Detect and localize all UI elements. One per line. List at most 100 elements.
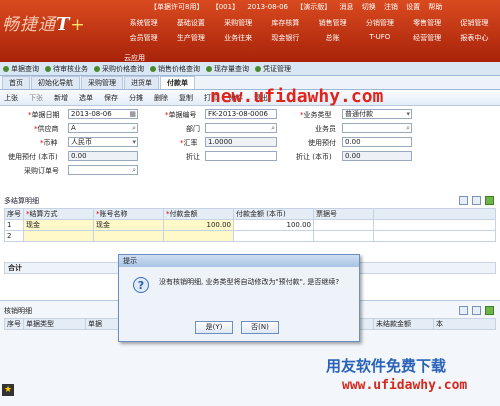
staff-field[interactable]: ⌕ xyxy=(342,123,412,133)
price-icon xyxy=(150,65,156,72)
delete-button[interactable]: 删除 xyxy=(154,93,168,103)
no-button[interactable]: 否(N) xyxy=(241,321,279,334)
search-icon[interactable]: ⌕ xyxy=(271,124,275,132)
switch-link[interactable]: 切换 xyxy=(362,3,376,11)
menu-inventory[interactable]: 库存核算 xyxy=(262,18,309,28)
discount-local-field[interactable]: 0.00 xyxy=(342,151,412,161)
col-blank xyxy=(373,208,496,220)
prev-button[interactable]: 上张 xyxy=(4,93,18,103)
grid-column-icon[interactable] xyxy=(472,306,481,315)
grid-header-row: 序号 *结算方式 *账号名称 *付款金额 付款金额 (本币) 票据号 xyxy=(4,208,496,220)
menu-sales[interactable]: 销售管理 xyxy=(309,18,356,28)
col-account: *账号名称 xyxy=(93,208,164,220)
supplier-label: *供应商 xyxy=(34,125,59,133)
quick-tab-stock[interactable]: 现存量查询 xyxy=(206,64,249,74)
watermark-site: www.ufidawhy.com xyxy=(342,378,468,393)
menu-cash[interactable]: 现金银行 xyxy=(262,33,309,43)
rate-field[interactable]: 1.0000 xyxy=(205,137,277,147)
quick-tab-doc-query[interactable]: 单据查询 xyxy=(3,64,39,74)
export-icon[interactable] xyxy=(485,306,494,315)
use-prepay-field[interactable]: 0.00 xyxy=(342,137,412,147)
search-icon[interactable]: ⌕ xyxy=(406,124,410,132)
copy-button[interactable]: 复制 xyxy=(179,93,193,103)
detail-tab[interactable]: 多结算明细 xyxy=(4,196,39,206)
col-amount: *付款金额 xyxy=(163,208,234,220)
staff-label: 业务员 xyxy=(315,125,336,133)
doc-date-label: *单据日期 xyxy=(28,111,60,119)
discount-local-label: 折让 (本币) xyxy=(296,153,332,161)
tab-receipt[interactable]: 进货单 xyxy=(124,76,159,89)
menu-distribution[interactable]: 分销管理 xyxy=(356,18,403,28)
main-menu: 系统管理 基础设置 采购管理 库存核算 销售管理 分销管理 零售管理 促销管理 … xyxy=(120,18,498,43)
menu-tufo[interactable]: T-UFO xyxy=(356,33,403,43)
settings-link[interactable]: 设置 xyxy=(406,3,420,11)
col-bill-no: 票据号 xyxy=(313,208,374,220)
tab-payment[interactable]: 付款单 xyxy=(160,76,195,89)
menu-promotion[interactable]: 促销管理 xyxy=(451,18,498,28)
doc-date-field[interactable]: 2013-08-06 ▦ xyxy=(68,109,138,119)
biz-type-label: *业务类型 xyxy=(300,111,332,119)
favorite-star-icon[interactable]: ★ xyxy=(2,384,14,396)
table-row[interactable]: 2 xyxy=(4,230,496,242)
logout-link[interactable]: 注销 xyxy=(384,3,398,11)
calendar-icon[interactable]: ▦ xyxy=(129,110,136,118)
tab-init-nav[interactable]: 初始化导航 xyxy=(31,76,80,89)
quick-tab-purchase-price[interactable]: 采购价格查询 xyxy=(94,64,144,74)
payment-form: *单据日期 2013-08-06 ▦ *单据编号 FK-2013-08-0006 … xyxy=(0,107,500,195)
menu-report[interactable]: 报表中心 xyxy=(451,33,498,43)
license-info: 【单据许可8用】 xyxy=(150,3,204,11)
message-link[interactable]: 消息 xyxy=(339,3,353,11)
menu-member[interactable]: 会员管理 xyxy=(120,33,167,43)
login-date: 2013-08-06 xyxy=(247,3,288,11)
new-button[interactable]: 新增 xyxy=(54,93,68,103)
grid-column-icon[interactable] xyxy=(472,196,481,205)
prepay-local-label: 使用预付 (本币) xyxy=(8,153,58,161)
menu-operation[interactable]: 经营管理 xyxy=(404,33,451,43)
logo-plus: + xyxy=(70,15,86,35)
quick-tab-voucher[interactable]: 凭证管理 xyxy=(255,64,291,74)
export-icon[interactable] xyxy=(485,196,494,205)
watermark-url: new.ufidawhy.com xyxy=(210,86,384,107)
logo-t: T xyxy=(56,14,71,35)
tab-purchase[interactable]: 采购管理 xyxy=(81,76,123,89)
menu-retail[interactable]: 零售管理 xyxy=(404,18,451,28)
next-button[interactable]: 下张 xyxy=(29,93,43,103)
menu-purchase[interactable]: 采购管理 xyxy=(215,18,262,28)
quick-tab-pending[interactable]: 待审核业务 xyxy=(45,64,88,74)
help-link[interactable]: 帮助 xyxy=(428,3,442,11)
table-row[interactable]: 1 现金 现金 100.00 100.00 xyxy=(4,219,496,231)
po-field[interactable]: ⌕ xyxy=(68,165,138,175)
menu-basic[interactable]: 基础设置 xyxy=(167,18,214,28)
supplier-field[interactable]: A ⌕ xyxy=(68,123,138,133)
menu-ledger[interactable]: 总账 xyxy=(309,33,356,43)
grid-settings-icon[interactable] xyxy=(459,306,468,315)
search-icon[interactable]: ⌕ xyxy=(132,124,136,132)
quick-tab-sales-price[interactable]: 销售价格查询 xyxy=(150,64,200,74)
allocate-button[interactable]: 分摊 xyxy=(129,93,143,103)
col-settle-method: *结算方式 xyxy=(23,208,94,220)
tab-home[interactable]: 首页 xyxy=(2,76,30,89)
discount-field[interactable] xyxy=(205,151,277,161)
doc-no-label: *单据编号 xyxy=(165,111,197,119)
query-icon xyxy=(3,65,9,72)
dept-field[interactable]: ⌕ xyxy=(205,123,277,133)
search-icon[interactable]: ⌕ xyxy=(132,166,136,174)
rate-label: *汇率 xyxy=(180,139,198,147)
select-button[interactable]: 选单 xyxy=(79,93,93,103)
menu-production[interactable]: 生产管理 xyxy=(167,33,214,43)
settlement-grid: 序号 *结算方式 *账号名称 *付款金额 付款金额 (本币) 票据号 1 现金 … xyxy=(4,208,496,242)
voucher-icon xyxy=(255,65,261,72)
currency-select[interactable]: 人民币 ▾ xyxy=(68,137,138,147)
use-prepay-label: 使用预付 xyxy=(308,139,336,147)
doc-no-field[interactable]: FK-2013-08-0006 xyxy=(205,109,277,119)
yes-button[interactable]: 是(Y) xyxy=(195,321,233,334)
menu-system[interactable]: 系统管理 xyxy=(120,18,167,28)
prepay-local-field[interactable]: 0.00 xyxy=(68,151,138,161)
biz-type-select[interactable]: 普通付款 ▾ xyxy=(342,109,412,119)
currency-label: *币种 xyxy=(40,139,58,147)
verify-title[interactable]: 核销明细 xyxy=(4,306,32,316)
menu-business[interactable]: 业务往来 xyxy=(215,33,262,43)
grid-settings-icon[interactable] xyxy=(459,196,468,205)
dialog-title: 提示 xyxy=(119,255,359,267)
save-button[interactable]: 保存 xyxy=(104,93,118,103)
